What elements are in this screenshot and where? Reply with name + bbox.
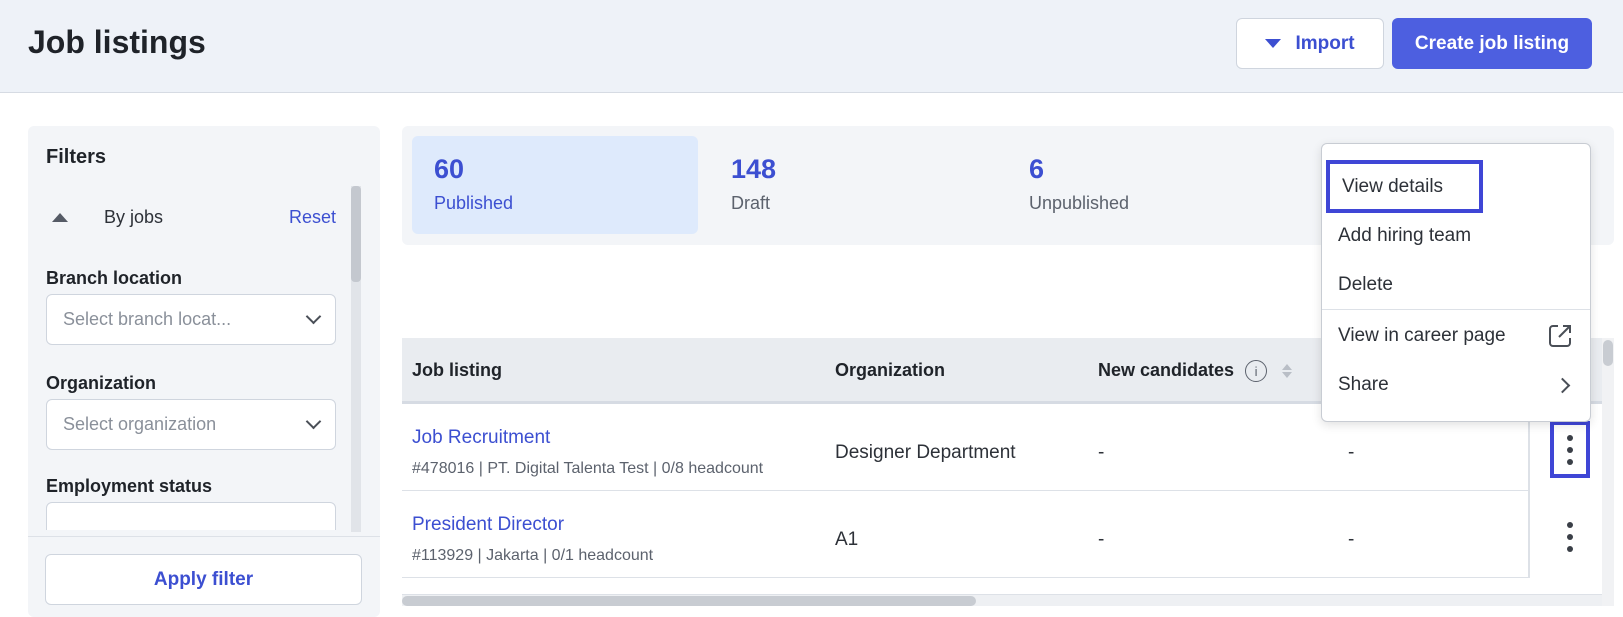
apply-filter-button[interactable]: Apply filter [45, 554, 362, 605]
new-candidates-cell: - [1098, 529, 1105, 550]
collapse-caret-icon[interactable] [52, 212, 68, 222]
new-candidates-cell: - [1098, 442, 1105, 463]
caret-down-icon [1265, 39, 1282, 48]
unpublished-count: 6 [1029, 154, 1045, 184]
published-label: Published [434, 193, 514, 213]
chevron-down-icon [305, 413, 322, 430]
tab-unpublished[interactable]: 6 Unpublished [1007, 136, 1293, 234]
by-jobs-group: By jobs Reset [46, 202, 336, 232]
menu-item-add-hiring-team[interactable]: Add hiring team [1322, 212, 1590, 260]
organization-cell: A1 [835, 529, 859, 550]
sort-icon[interactable] [1282, 364, 1293, 379]
column4-cell: - [1348, 442, 1355, 463]
row-actions-menu: View details Add hiring team Delete View… [1321, 143, 1591, 422]
column-new-candidates[interactable]: New candidates i [1098, 360, 1293, 383]
organization-cell: Designer Department [835, 442, 1016, 463]
view-in-career-page-label: View in career page [1338, 325, 1506, 346]
organization-select[interactable]: Select organization [46, 399, 336, 450]
chevron-right-icon [1554, 377, 1571, 393]
menu-divider [1322, 309, 1590, 310]
table-row: President Director #113929 | Jakarta | 0… [402, 491, 1605, 578]
chevron-down-icon [305, 308, 322, 325]
job-title-link[interactable]: Job Recruitment [412, 427, 550, 449]
branch-location-select[interactable]: Select branch locat... [46, 294, 336, 345]
more-options-icon[interactable] [1550, 508, 1590, 565]
unpublished-label: Unpublished [1029, 193, 1130, 213]
more-options-icon[interactable] [1550, 421, 1590, 478]
menu-item-view-in-career-page[interactable]: View in career page [1322, 312, 1590, 360]
filters-panel: Filters By jobs Reset Branch location Se… [28, 126, 380, 617]
row-actions-cell [1528, 491, 1605, 578]
branch-location-label: Branch location [46, 268, 183, 288]
filters-title: Filters [46, 146, 107, 168]
employment-status-label: Employment status [46, 476, 213, 496]
external-link-icon [1549, 325, 1571, 347]
page-header: Job listings Import Create job listing [0, 0, 1623, 93]
job-title-link[interactable]: President Director [412, 514, 564, 536]
share-label: Share [1338, 374, 1389, 395]
column4-cell: - [1348, 529, 1355, 550]
menu-item-share[interactable]: Share [1322, 361, 1590, 409]
info-icon[interactable]: i [1245, 360, 1268, 383]
table-horizontal-scrollbar[interactable] [402, 594, 1605, 606]
table-vertical-scrollbar[interactable] [1602, 338, 1614, 606]
column-organization: Organization [835, 360, 946, 380]
import-label: Import [1295, 32, 1355, 54]
published-count: 60 [434, 154, 465, 184]
column-job-listing: Job listing [412, 360, 502, 380]
menu-item-delete[interactable]: Delete [1322, 261, 1590, 309]
by-jobs-label: By jobs [104, 206, 164, 227]
new-candidates-label: New candidates [1098, 360, 1235, 380]
job-meta: #478016 | PT. Digital Talenta Test | 0/8… [412, 460, 764, 477]
draft-label: Draft [731, 193, 771, 213]
branch-location-placeholder: Select branch locat... [63, 309, 232, 329]
tab-draft[interactable]: 148 Draft [709, 136, 995, 234]
employment-status-select[interactable] [46, 502, 336, 530]
tab-published[interactable]: 60 Published [412, 136, 698, 234]
job-meta: #113929 | Jakarta | 0/1 headcount [412, 547, 654, 564]
create-job-listing-button[interactable]: Create job listing [1392, 18, 1592, 69]
menu-item-view-details[interactable]: View details [1326, 160, 1483, 213]
organization-label: Organization [46, 373, 157, 393]
organization-placeholder: Select organization [63, 414, 217, 434]
draft-count: 148 [731, 154, 777, 184]
import-button[interactable]: Import [1236, 18, 1384, 69]
vertical-scrollbar-thumb[interactable] [1603, 340, 1613, 366]
horizontal-scrollbar-thumb[interactable] [402, 596, 976, 606]
filters-scrollbar-thumb[interactable] [351, 186, 361, 282]
filters-scroll-area: By jobs Reset Branch location Select bra… [28, 184, 380, 530]
filters-footer: Apply filter [28, 536, 380, 617]
page-title: Job listings [28, 24, 206, 60]
reset-link[interactable]: Reset [289, 207, 336, 228]
